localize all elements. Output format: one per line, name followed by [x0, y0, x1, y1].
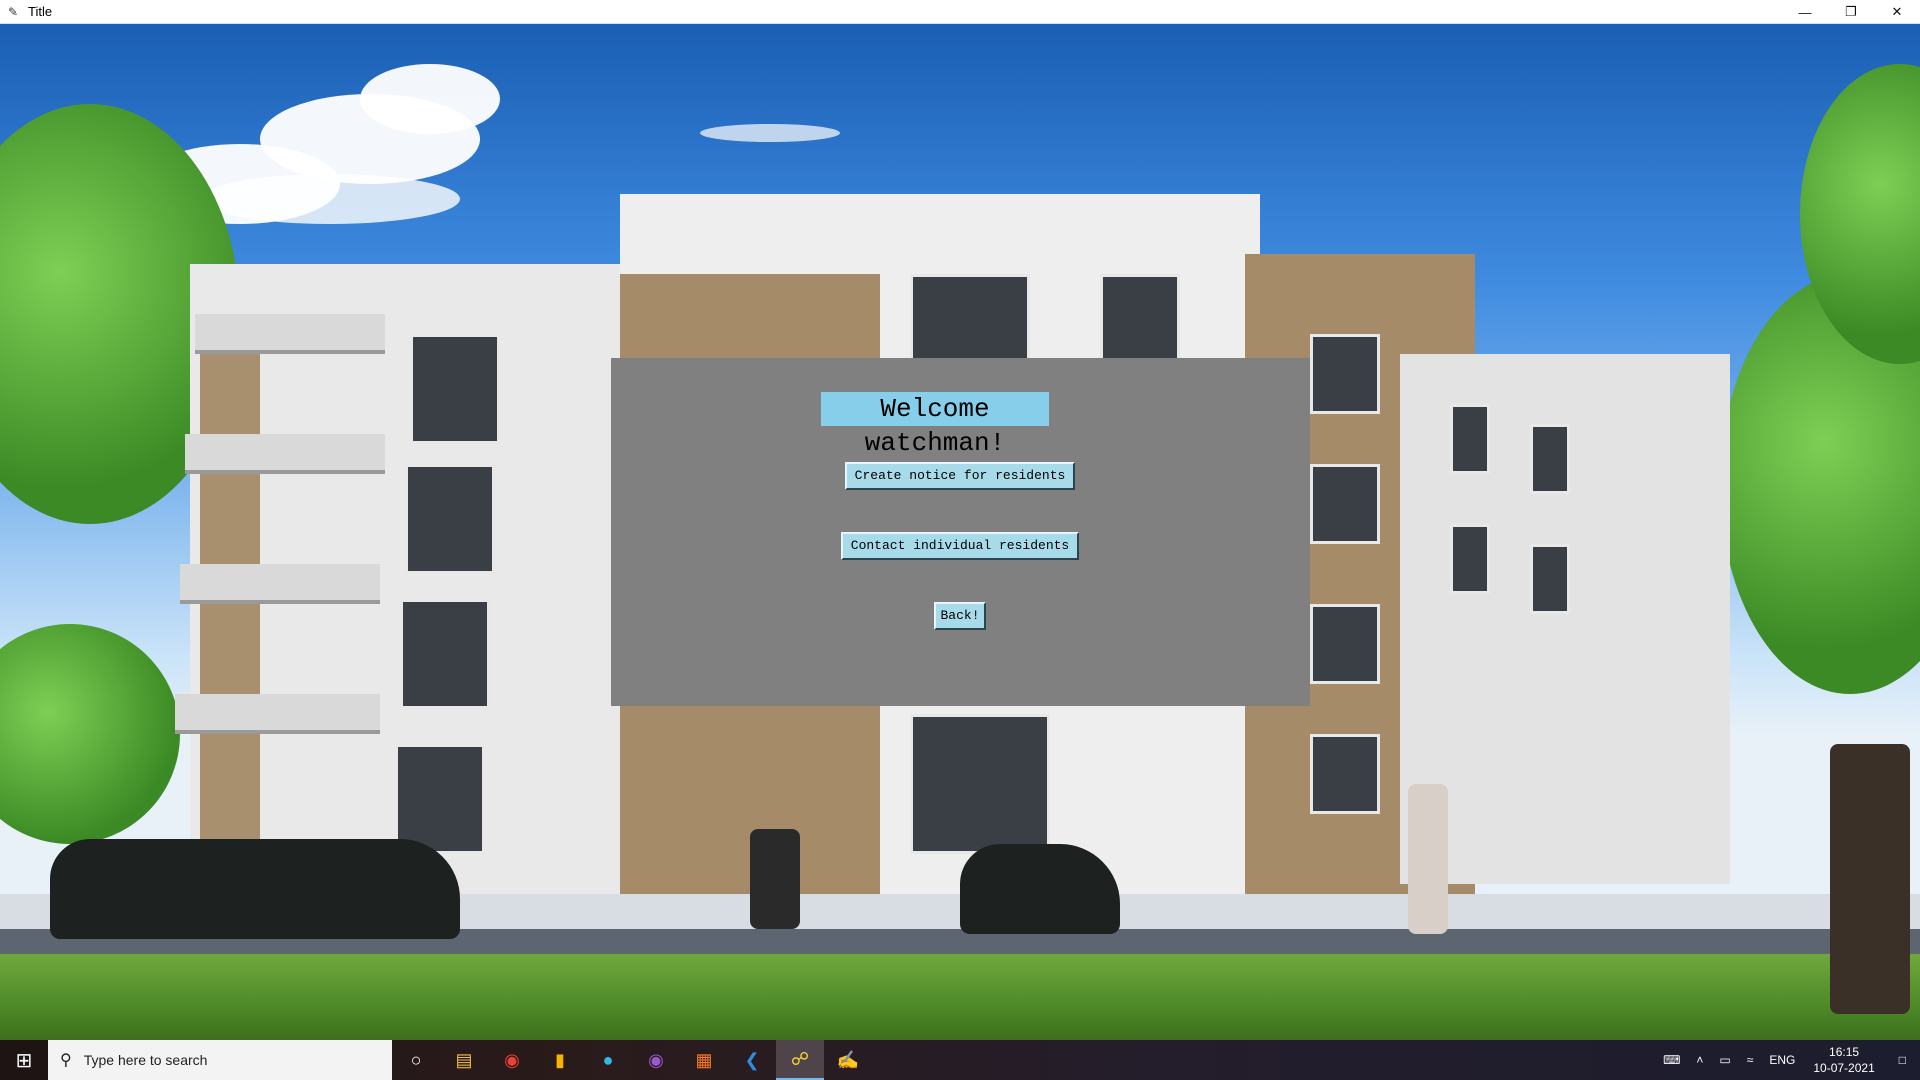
language-indicator[interactable]: ENG	[1761, 1053, 1803, 1067]
person	[750, 829, 800, 929]
window-controls: — ❐ ✕	[1782, 0, 1920, 24]
create-notice-button[interactable]: Create notice for residents	[845, 462, 1075, 490]
vscode-icon[interactable]: ❮	[728, 1040, 776, 1080]
building-window	[1450, 404, 1490, 474]
balcony	[180, 564, 380, 604]
building-window	[1530, 544, 1570, 614]
file-explorer-icon[interactable]: ▤	[440, 1040, 488, 1080]
balcony	[175, 694, 380, 734]
windows-taskbar: ⊞ ⚲ Type here to search ○ ▤ ◉ ▮ ● ◉ ▦ ❮ …	[0, 1040, 1920, 1080]
building-window	[1530, 424, 1570, 494]
clock-time: 16:15	[1829, 1045, 1860, 1059]
back-button[interactable]: Back!	[934, 602, 986, 630]
building-window	[1310, 464, 1380, 544]
cloud	[700, 124, 840, 142]
person	[1408, 784, 1448, 934]
building-window	[405, 464, 495, 574]
black-car	[960, 844, 1120, 934]
building-window	[910, 714, 1050, 854]
python-icon[interactable]: ☍	[776, 1040, 824, 1080]
building-window	[1310, 604, 1380, 684]
window-titlebar: ✎ Title — ❐ ✕	[0, 0, 1920, 24]
restore-icon[interactable]: ❐	[1828, 0, 1874, 24]
system-tray: ⌨ ˄ ▭ ≈ ENG 16:15 10-07-2021 □	[1655, 1040, 1920, 1080]
watchman-menu-panel: Welcome watchman! Create notice for resi…	[611, 358, 1310, 706]
tree	[0, 624, 180, 844]
taskbar-search-box[interactable]: ⚲ Type here to search	[48, 1040, 392, 1080]
building-window	[395, 744, 485, 854]
notification-icon[interactable]: □	[1885, 1053, 1920, 1067]
minimize-icon[interactable]: —	[1782, 0, 1828, 24]
building-window	[1450, 524, 1490, 594]
paint-icon[interactable]: ✍	[824, 1040, 872, 1080]
building-window	[410, 334, 500, 444]
window-title: Title	[28, 4, 53, 19]
battery-icon[interactable]: ▭	[1711, 1053, 1738, 1067]
search-icon: ⚲	[60, 1052, 72, 1069]
black-car	[50, 839, 460, 939]
feather-app-icon: ✎	[7, 4, 19, 19]
grass-lawn	[0, 954, 1920, 1040]
windows-start-icon[interactable]: ⊞	[0, 1040, 48, 1080]
building-window	[400, 599, 490, 709]
notes-icon[interactable]: ▮	[536, 1040, 584, 1080]
cortana-icon[interactable]: ○	[392, 1040, 440, 1080]
github-desktop-icon[interactable]: ◉	[632, 1040, 680, 1080]
welcome-heading: Welcome watchman!	[821, 392, 1049, 458]
close-icon[interactable]: ✕	[1874, 0, 1920, 24]
chrome-icon[interactable]: ◉	[488, 1040, 536, 1080]
building-stone-column	[200, 334, 260, 894]
clock-date: 10-07-2021	[1813, 1061, 1875, 1075]
balcony	[185, 434, 385, 474]
taskbar-clock[interactable]: 16:15 10-07-2021	[1803, 1044, 1884, 1076]
chevron-up-icon[interactable]: ˄	[1688, 1053, 1711, 1067]
wifi-icon[interactable]: ≈	[1739, 1053, 1762, 1067]
person	[1830, 744, 1910, 1014]
contact-residents-button[interactable]: Contact individual residents	[841, 532, 1079, 560]
building-window	[1310, 334, 1380, 414]
balcony	[195, 314, 385, 354]
building-window	[1310, 734, 1380, 814]
cloud	[200, 174, 460, 224]
edge-icon[interactable]: ●	[584, 1040, 632, 1080]
search-placeholder: Type here to search	[83, 1052, 208, 1068]
keyboard-icon[interactable]: ⌨	[1655, 1053, 1688, 1067]
xampp-icon[interactable]: ▦	[680, 1040, 728, 1080]
cloud	[360, 64, 500, 134]
